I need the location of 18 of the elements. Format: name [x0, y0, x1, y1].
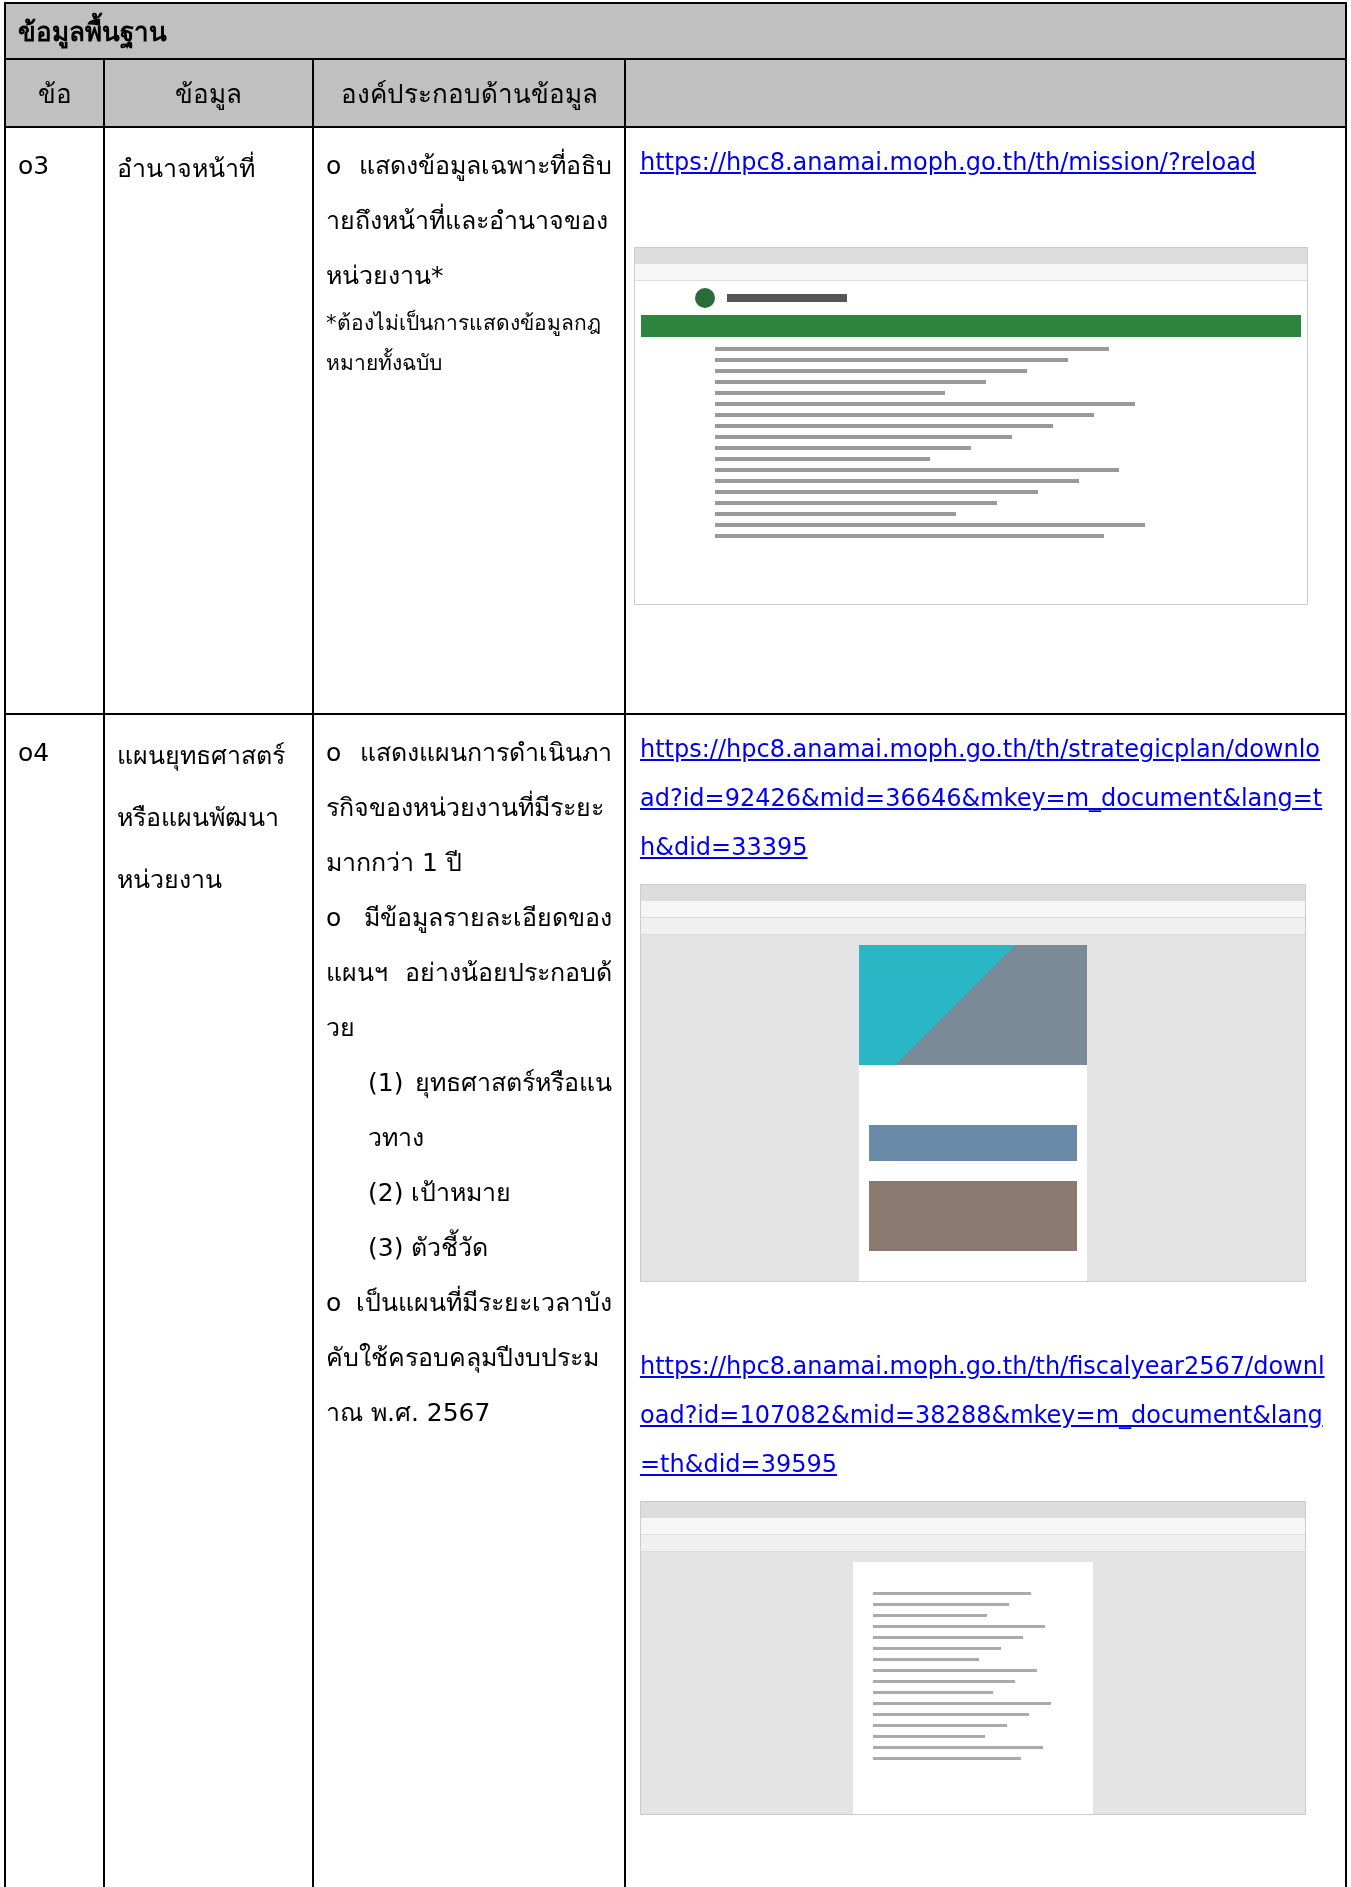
- url-link[interactable]: https://hpc8.anamai.moph.go.th/th/mission/?reload: [640, 138, 1331, 187]
- url-link[interactable]: https://hpc8.anamai.moph.go.th/th/strategicplan/download?id=92426&mid=36646&mkey=m_document&lang=th&did=33395: [640, 725, 1331, 872]
- item-number: o3: [18, 151, 50, 180]
- item-number: o4: [18, 738, 50, 767]
- table-title: ข้อมูลพื้นฐาน: [5, 3, 1346, 59]
- criterion-text: *ต้องไม่เป็นการแสดงข้อมูลกฎหมายทั้งฉบับ: [326, 308, 602, 377]
- topic-text: แผนยุทธศาสตร์หรือแผนพัฒนาหน่วยงาน: [117, 740, 286, 896]
- criterion-text: o เป็นแผนที่มีระยะเวลาบังคับใช้ครอบคลุมปีงบประมาณ พ.ศ. 2567: [326, 1275, 612, 1440]
- criterion-text: o แสดงข้อมูลเฉพาะที่อธิบายถึงหน้าที่และอำนาจของหน่วยงาน*: [326, 138, 612, 303]
- criterion-text: (3) ตัวชี้วัด: [326, 1220, 612, 1275]
- column-header: ข้อ: [5, 59, 104, 127]
- criterion-text: o มีข้อมูลรายละเอียดของแผนฯ อย่างน้อยประกอบด้วย: [326, 902, 612, 1044]
- criterion-text: (2) เป้าหมาย: [367, 1177, 513, 1209]
- url-link[interactable]: https://hpc8.anamai.moph.go.th/th/fiscalyear2567/download?id=107082&mid=38288&mkey=m_document&lang=th&did=39595: [640, 1342, 1331, 1489]
- topic-text: อำนาจหน้าที่: [117, 138, 300, 200]
- column-header: องค์ประกอบด้านข้อมูล: [313, 59, 625, 127]
- column-header: ข้อมูล: [104, 59, 313, 127]
- criterion-text: (1) ยุทธศาสตร์หรือแนวทาง: [367, 1067, 612, 1154]
